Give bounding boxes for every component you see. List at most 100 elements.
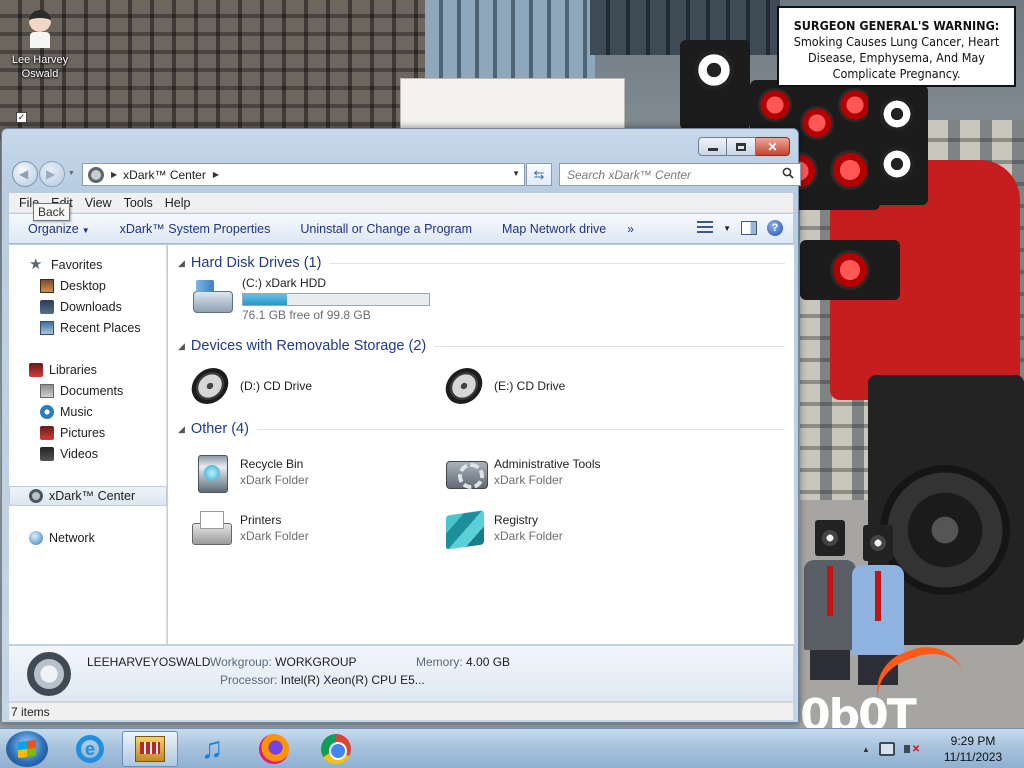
taskbar-firefox[interactable] (246, 731, 302, 767)
map-network-drive-button[interactable]: Map Network drive (487, 222, 621, 236)
help-icon[interactable]: ? (767, 220, 783, 236)
network-status-icon[interactable] (878, 742, 895, 756)
printers-type: xDark Folder (240, 529, 309, 543)
registry-icon (442, 507, 490, 551)
search-icon[interactable] (782, 167, 794, 179)
printers-item[interactable]: Printers xDark Folder (188, 507, 309, 551)
nav-videos[interactable]: Videos (9, 444, 167, 464)
processor-value: Intel(R) Xeon(R) CPU E5... (280, 673, 425, 687)
details-pane: LEEHARVEYOSWALD Workgroup: WORKGROUP Mem… (9, 645, 793, 701)
minimize-button[interactable] (698, 137, 727, 156)
forward-button[interactable]: ▶ (39, 161, 65, 187)
collapse-triangle-icon[interactable]: ◢ (178, 424, 185, 435)
nav-downloads[interactable]: Downloads (9, 297, 167, 317)
desktop-icon-checkbox[interactable]: ✓ (16, 112, 27, 123)
drive-c[interactable]: (C:) xDark HDD 76.1 GB free of 99.8 GB (190, 275, 430, 323)
drive-d[interactable]: (D:) CD Drive (188, 364, 312, 408)
nav-libraries[interactable]: Libraries (9, 360, 167, 380)
clock[interactable]: 9:29 PM 11/11/2023 (938, 733, 1008, 765)
taskbar-internet-explorer[interactable]: e (62, 731, 118, 767)
address-dropdown-icon[interactable]: ▼ (512, 169, 520, 178)
back-button[interactable]: ◀ (12, 161, 38, 187)
breadcrumb-chevron-icon[interactable]: ▶ (213, 170, 219, 179)
refresh-button[interactable]: ⇆ (526, 163, 552, 186)
drive-e[interactable]: (E:) CD Drive (442, 364, 565, 408)
more-commands-button[interactable]: » (621, 222, 640, 236)
system-properties-button[interactable]: xDark™ System Properties (105, 222, 286, 236)
address-bar[interactable]: ▶ xDark™ Center ▶ ▼ (82, 163, 525, 186)
back-tooltip: Back (33, 203, 70, 221)
menu-view[interactable]: View (79, 196, 118, 210)
nav-videos-label: Videos (60, 447, 98, 461)
firefox-icon (259, 734, 289, 764)
nav-network[interactable]: Network (9, 528, 167, 548)
group-removable-storage[interactable]: ◢ Devices with Removable Storage (2) (178, 338, 785, 354)
music-icon (40, 405, 54, 419)
windows-logo-icon (18, 739, 36, 759)
close-button[interactable]: ✕ (756, 137, 790, 156)
speaker-left (680, 40, 750, 130)
administrative-tools-icon (442, 451, 490, 495)
administrative-tools-item[interactable]: Administrative Tools xDark Folder (442, 451, 601, 495)
close-icon: ✕ (767, 139, 778, 154)
libraries-icon (29, 363, 43, 377)
taskbar-music-player[interactable]: ♫ (184, 731, 240, 767)
collapse-triangle-icon[interactable]: ◢ (178, 258, 185, 269)
change-view-icon[interactable] (697, 221, 714, 235)
drive-e-name: (E:) CD Drive (494, 379, 566, 393)
navigation-row: ◀ ▶ ▼ ▶ xDark™ Center ▶ ▼ ⇆ (10, 161, 801, 187)
uninstall-program-button[interactable]: Uninstall or Change a Program (285, 222, 487, 236)
taskbar-explorer[interactable] (122, 731, 178, 767)
recycle-bin-icon (188, 451, 236, 495)
group-divider (256, 428, 785, 430)
refresh-icon: ⇆ (533, 167, 545, 182)
warning-title: SURGEON GENERAL'S WARNING: (793, 18, 1000, 33)
group-other[interactable]: ◢ Other (4) (178, 421, 785, 437)
recycle-bin-item[interactable]: Recycle Bin xDark Folder (188, 451, 309, 495)
videos-icon (40, 447, 54, 461)
breadcrumb-separator-icon[interactable]: ▶ (111, 170, 117, 179)
workgroup-value: WORKGROUP (275, 655, 357, 669)
maximize-button[interactable] (727, 137, 756, 156)
nav-center-label: xDark™ Center (49, 489, 136, 503)
nav-favorites[interactable]: ★ Favorites (9, 255, 167, 275)
menu-help[interactable]: Help (159, 196, 197, 210)
xdark-center-icon (88, 166, 104, 183)
navigation-pane: ★ Favorites Desktop Downloads Recent Plac… (9, 245, 167, 644)
view-dropdown-icon[interactable]: ▼ (723, 224, 731, 233)
menu-tools[interactable]: Tools (118, 196, 159, 210)
search-input[interactable] (560, 164, 770, 185)
volume-muted-icon[interactable] (903, 742, 920, 756)
nav-network-label: Network (49, 531, 95, 545)
internet-explorer-icon: e (76, 735, 104, 763)
group-hdd-label: Hard Disk Drives (1) (190, 255, 322, 271)
nav-pictures[interactable]: Pictures (9, 423, 167, 443)
recycle-bin-name: Recycle Bin (240, 457, 304, 471)
nav-xdark-center[interactable]: xDark™ Center (9, 486, 167, 506)
computer-logo-icon (27, 652, 71, 696)
maximize-icon (736, 142, 746, 151)
file-explorer-icon (135, 736, 165, 762)
speakerman-small (804, 520, 856, 680)
organize-button[interactable]: Organize ▼ (9, 222, 105, 236)
show-hidden-icons-icon[interactable]: ▲ (862, 745, 870, 754)
printers-name: Printers (240, 513, 282, 527)
nav-recent-places[interactable]: Recent Places (9, 318, 167, 338)
speaker-chest (800, 240, 900, 300)
breadcrumb-xdark-center[interactable]: xDark™ Center (123, 168, 206, 182)
processor-label: Processor: (220, 673, 278, 687)
collapse-triangle-icon[interactable]: ◢ (178, 341, 185, 352)
registry-item[interactable]: Registry xDark Folder (442, 507, 563, 551)
preview-pane-icon[interactable] (741, 221, 757, 235)
nav-documents[interactable]: Documents (9, 381, 167, 401)
group-hard-disk-drives[interactable]: ◢ Hard Disk Drives (1) (178, 255, 785, 271)
desktop-icon-user[interactable]: Lee Harvey Oswald (8, 8, 72, 81)
start-button[interactable] (6, 731, 48, 767)
nav-music[interactable]: Music (9, 402, 167, 422)
taskbar-chrome[interactable] (308, 731, 364, 767)
recent-pages-dropdown[interactable]: ▼ (68, 170, 75, 177)
status-bar: 7 items (9, 702, 793, 720)
speaker-right (868, 85, 928, 205)
nav-desktop[interactable]: Desktop (9, 276, 167, 296)
xdark-center-icon (29, 489, 43, 503)
